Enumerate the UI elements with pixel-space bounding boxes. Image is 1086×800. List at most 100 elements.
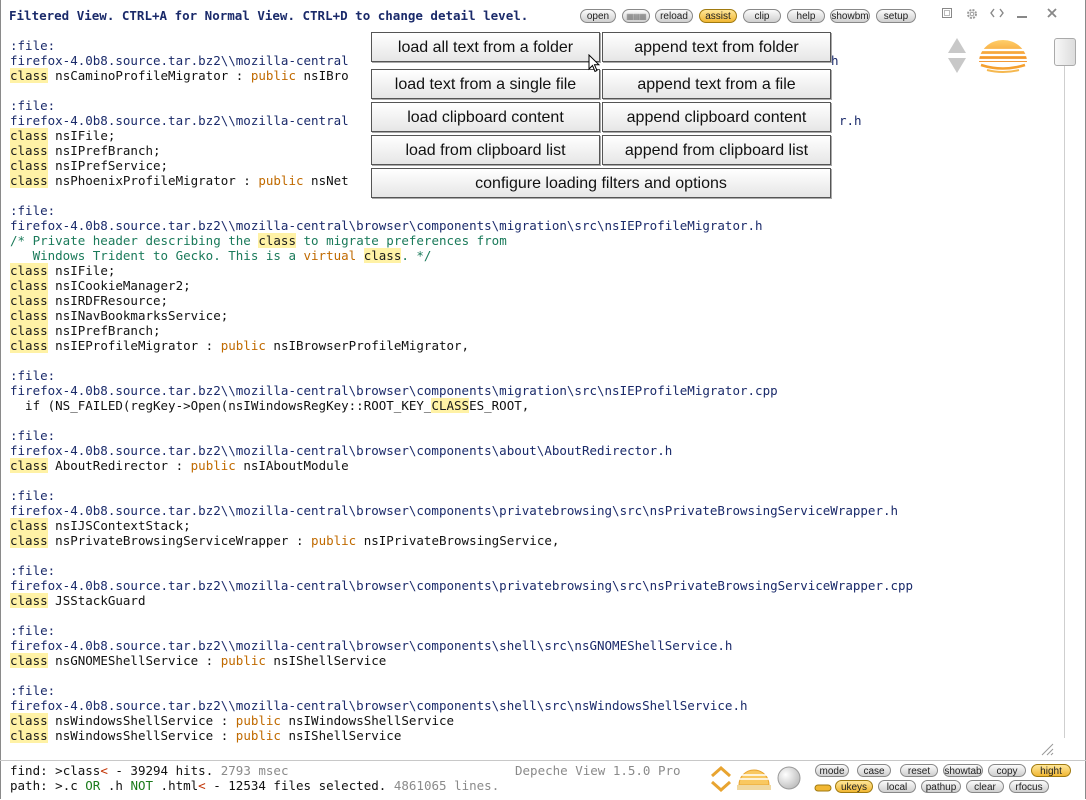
find-line[interactable]: find: >class< - 39294 hits. 2793 msec: [10, 763, 288, 778]
code-line: class nsICookieManager2;: [10, 278, 1050, 293]
file-path-text[interactable]: firefox-4.0b8.source.tar.bz2\\mozilla-ce…: [10, 53, 349, 68]
file-path-text[interactable]: firefox-4.0b8.source.tar.bz2\\mozilla-ce…: [10, 383, 778, 398]
file-path-text[interactable]: firefox-4.0b8.source.tar.bz2\\mozilla-ce…: [10, 638, 732, 653]
file-path[interactable]: firefox-4.0b8.source.tar.bz2\\mozilla-ce…: [10, 638, 1050, 653]
file-label: :file:: [10, 488, 56, 503]
record-circle-icon[interactable]: [776, 765, 802, 791]
file-path-tail[interactable]: h: [831, 53, 839, 68]
scrollbar-thumb[interactable]: [1054, 38, 1076, 66]
append-from-clipboard-list-button[interactable]: append from clipboard list: [602, 135, 831, 165]
file-path[interactable]: firefox-4.0b8.source.tar.bz2\\mozilla-ce…: [10, 383, 1050, 398]
file-path-text[interactable]: firefox-4.0b8.source.tar.bz2\\mozilla-ce…: [10, 698, 748, 713]
find-input[interactable]: class: [63, 763, 101, 778]
showbm-button[interactable]: showbm: [830, 9, 870, 23]
path-not-operator: NOT: [130, 778, 154, 793]
result-block: :file: firefox-4.0b8.source.tar.bz2\\mozi…: [10, 428, 1050, 473]
file-path[interactable]: firefox-4.0b8.source.tar.bz2\\mozilla-ce…: [10, 503, 1050, 518]
comment-text: Windows Trident to Gecko. This is a: [10, 248, 304, 263]
rfocus-button[interactable]: rfocus: [1009, 780, 1049, 793]
close-icon[interactable]: [1043, 7, 1061, 25]
setup-button[interactable]: setup: [876, 9, 916, 23]
mode-button[interactable]: mode: [815, 764, 849, 777]
file-label: :file:: [10, 683, 56, 698]
code-text: nsIPrefBranch;: [47, 143, 161, 158]
code-text: JSStackGuard: [47, 593, 146, 608]
code-line: class nsIEProfileMigrator : public nsIBr…: [10, 338, 1050, 353]
sun-logo-icon: [977, 40, 1029, 73]
configure-loading-filters-button[interactable]: configure loading filters and options: [371, 168, 831, 198]
key-icon[interactable]: [814, 781, 832, 795]
case-button[interactable]: case: [857, 764, 891, 777]
resize-grip-icon[interactable]: [1040, 742, 1054, 756]
keyword-highlight: class: [10, 278, 48, 293]
modifier-keyword: public: [235, 728, 281, 743]
open-button[interactable]: open: [580, 9, 616, 23]
code-text: nsIRDFResource;: [47, 293, 169, 308]
list-view-button[interactable]: ▦▦▦: [622, 9, 650, 23]
app-name: Depeche View 1.5.0 Pro: [515, 763, 681, 778]
code-text: nsIShellService: [265, 653, 387, 668]
copy-button[interactable]: copy: [988, 764, 1026, 777]
code-text: nsPrivateBrowsingServiceWrapper :: [47, 533, 312, 548]
append-text-from-folder-button[interactable]: append text from folder: [602, 32, 831, 62]
hight-button[interactable]: hight: [1031, 764, 1071, 777]
clip-button[interactable]: clip: [743, 9, 781, 23]
clear-button[interactable]: clear: [966, 780, 1004, 793]
up-down-toggle-icon[interactable]: [709, 765, 733, 793]
file-path-text[interactable]: firefox-4.0b8.source.tar.bz2\\mozilla-ce…: [10, 578, 913, 593]
file-path[interactable]: firefox-4.0b8.source.tar.bz2\\mozilla-ce…: [10, 218, 1050, 233]
code-line: class nsGNOMEShellService : public nsISh…: [10, 653, 1050, 668]
scrollbar-track[interactable]: [1064, 66, 1065, 738]
local-button[interactable]: local: [878, 780, 916, 793]
sun-mini-icon[interactable]: [737, 765, 771, 791]
scroll-down-arrow-icon[interactable]: [948, 58, 966, 73]
code-text: nsIJSContextStack;: [47, 518, 191, 533]
file-path[interactable]: firefox-4.0b8.source.tar.bz2\\mozilla-ce…: [10, 443, 1050, 458]
assist-button[interactable]: assist: [699, 9, 737, 23]
keyword-highlight: class: [10, 728, 48, 743]
minimize-icon[interactable]: [1013, 7, 1031, 25]
code-line: class nsIRDFResource;: [10, 293, 1050, 308]
file-path-tail[interactable]: r.h: [839, 113, 862, 128]
file-path-text[interactable]: firefox-4.0b8.source.tar.bz2\\mozilla-ce…: [10, 218, 763, 233]
load-from-clipboard-list-button[interactable]: load from clipboard list: [371, 135, 600, 165]
append-clipboard-content-button[interactable]: append clipboard content: [602, 102, 831, 132]
file-path[interactable]: firefox-4.0b8.source.tar.bz2\\mozilla-ce…: [10, 698, 1050, 713]
showtab-button[interactable]: showtab: [943, 764, 983, 777]
file-path-text[interactable]: firefox-4.0b8.source.tar.bz2\\mozilla-ce…: [10, 503, 898, 518]
keyword-highlight: class: [10, 128, 48, 143]
file-path-text[interactable]: firefox-4.0b8.source.tar.bz2\\mozilla-ce…: [10, 113, 349, 128]
code-text: nsCaminoProfileMigrator :: [47, 68, 251, 83]
path-input-c[interactable]: .c: [63, 778, 86, 793]
code-text: nsIAboutModule: [235, 458, 349, 473]
find-label: find: >: [10, 763, 63, 778]
result-block: :file: firefox-4.0b8.source.tar.bz2\\mozi…: [10, 368, 1050, 413]
file-path[interactable]: firefox-4.0b8.source.tar.bz2\\mozilla-ce…: [10, 578, 1050, 593]
code-icon[interactable]: [988, 7, 1006, 25]
restore-icon[interactable]: [938, 7, 956, 25]
code-line: class JSStackGuard: [10, 593, 1050, 608]
help-button[interactable]: help: [787, 9, 825, 23]
file-path-text[interactable]: firefox-4.0b8.source.tar.bz2\\mozilla-ce…: [10, 443, 672, 458]
path-line[interactable]: path: >.c OR .h NOT .html< - 12534 files…: [10, 778, 499, 793]
load-all-text-from-folder-button[interactable]: load all text from a folder: [371, 32, 600, 62]
path-or-operator: OR: [85, 778, 101, 793]
ukeys-button[interactable]: ukeys: [835, 780, 873, 793]
reload-button[interactable]: reload: [655, 9, 693, 23]
load-text-from-single-file-button[interactable]: load text from a single file: [371, 69, 600, 99]
path-input-h[interactable]: .h: [100, 778, 130, 793]
gear-icon[interactable]: [963, 7, 981, 25]
keyword-highlight: class: [10, 533, 48, 548]
load-clipboard-content-button[interactable]: load clipboard content: [371, 102, 600, 132]
vertical-scrollbar[interactable]: [1054, 38, 1076, 738]
pathup-button[interactable]: pathup: [921, 780, 961, 793]
find-time: 2793 msec: [220, 763, 289, 778]
path-input-html[interactable]: .html: [153, 778, 199, 793]
append-text-from-file-button[interactable]: append text from a file: [602, 69, 831, 99]
keyword-highlight: class: [10, 263, 48, 278]
keyword-highlight: class: [258, 233, 296, 248]
modifier-keyword: public: [190, 458, 236, 473]
mouse-pointer-icon: [588, 54, 600, 73]
reset-button[interactable]: reset: [900, 764, 938, 777]
scroll-up-arrow-icon[interactable]: [948, 38, 966, 53]
